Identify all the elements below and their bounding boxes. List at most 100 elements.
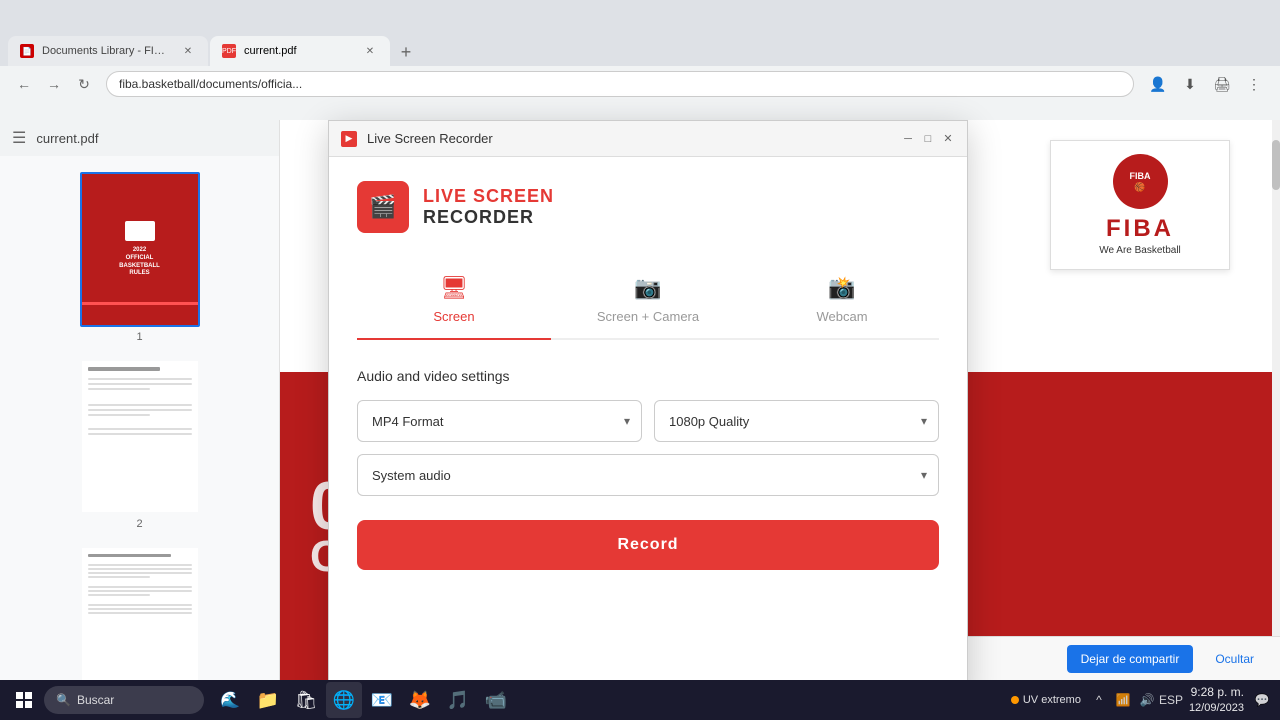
- tab-screen-label: Screen: [433, 309, 474, 324]
- taskbar-edge-icon[interactable]: 🌊: [212, 682, 248, 718]
- uv-dot: [1011, 696, 1019, 704]
- hide-button[interactable]: Ocultar: [1205, 645, 1264, 673]
- url-text: fiba.basketball/documents/officia...: [119, 77, 302, 91]
- clock-time: 9:28 p. m.: [1189, 684, 1244, 701]
- format-select[interactable]: MP4 Format AVI Format MOV Format: [357, 400, 642, 442]
- quality-select[interactable]: 1080p Quality 720p Quality 480p Quality: [654, 400, 939, 442]
- search-label: Buscar: [77, 693, 114, 707]
- address-bar: ← → ↻ fiba.basketball/documents/officia.…: [0, 66, 1280, 102]
- taskbar-icons: 🌊 📁 🛍 🌐 📧 🦊 🎵 📹: [212, 682, 1007, 718]
- volume-icon[interactable]: 🔊: [1137, 690, 1157, 710]
- browser-tab-1[interactable]: 📄 Documents Library - FIBA.baske... ✕: [8, 36, 208, 66]
- fiba-name-text: FIBA: [1106, 215, 1174, 243]
- fiba-text: FIBA: [1106, 215, 1174, 243]
- audio-select[interactable]: System audio Microphone No audio: [357, 454, 939, 496]
- taskbar-firefox-icon[interactable]: 🦊: [402, 682, 438, 718]
- dialog-titlebar: ▶ Live Screen Recorder ─ □ ✕: [329, 121, 967, 157]
- dialog-app-icon: ▶: [341, 131, 357, 147]
- recorder-dialog: ▶ Live Screen Recorder ─ □ ✕ 🎬 LIVE SCRE…: [328, 120, 968, 700]
- print-icon[interactable]: 🖨: [1208, 70, 1236, 98]
- pdf-sidebar: ☰ current.pdf 2022OFFICIALBASKETBALLRULE…: [0, 120, 280, 680]
- notifications-icon[interactable]: 💬: [1252, 690, 1272, 710]
- clock-date: 12/09/2023: [1189, 701, 1244, 716]
- taskbar-media-icon[interactable]: 🎵: [440, 682, 476, 718]
- download-icon[interactable]: ⬇: [1176, 70, 1204, 98]
- record-button[interactable]: Record: [357, 520, 939, 570]
- tab-screen[interactable]: 🖥 Screen: [357, 261, 551, 338]
- app-name-line2: RECORDER: [423, 207, 554, 228]
- search-icon: 🔍: [56, 693, 71, 707]
- stop-sharing-button[interactable]: Dejar de compartir: [1067, 645, 1194, 673]
- system-tray-icons: ^ 📶 🔊 ESP: [1089, 690, 1181, 710]
- dialog-title: Live Screen Recorder: [367, 131, 891, 146]
- app-logo-icon: 🎬: [357, 181, 409, 233]
- tab2-close[interactable]: ✕: [362, 43, 378, 59]
- tab1-label: Documents Library - FIBA.baske...: [42, 45, 172, 57]
- mode-tabs: 🖥 Screen 📷 Screen + Camera 📸 Webcam: [357, 261, 939, 340]
- tab-screen-camera-label: Screen + Camera: [597, 309, 699, 324]
- tab1-favicon: 📄: [20, 44, 34, 58]
- back-button[interactable]: ←: [12, 72, 36, 96]
- tab-webcam-label: Webcam: [816, 309, 867, 324]
- page-number-2: 2: [136, 518, 142, 530]
- language-label[interactable]: ESP: [1161, 690, 1181, 710]
- pdf-page-item-2: 2: [16, 359, 263, 530]
- dialog-window-buttons: ─ □ ✕: [901, 132, 955, 146]
- taskbar-app5-icon[interactable]: 📧: [364, 682, 400, 718]
- uv-badge: UV extremo: [1011, 694, 1081, 706]
- audio-select-wrapper: System audio Microphone No audio ▾: [357, 454, 939, 496]
- format-select-wrapper: MP4 Format AVI Format MOV Format ▾: [357, 400, 642, 442]
- profile-icon[interactable]: 👤: [1144, 70, 1172, 98]
- tab1-close[interactable]: ✕: [180, 43, 196, 59]
- pdf-thumbnail-2[interactable]: [80, 359, 200, 514]
- webcam-icon: 📸: [828, 275, 855, 301]
- pdf-thumbnail-1[interactable]: 2022OFFICIALBASKETBALLRULES: [80, 172, 200, 327]
- page-scrollbar[interactable]: [1272, 120, 1280, 680]
- title-bar: [0, 0, 1280, 30]
- pdf-pages: 2022OFFICIALBASKETBALLRULES 1: [0, 156, 279, 680]
- reload-button[interactable]: ↻: [72, 72, 96, 96]
- tab-webcam[interactable]: 📸 Webcam: [745, 261, 939, 338]
- taskbar-screen-rec-icon[interactable]: 📹: [478, 682, 514, 718]
- pdf-header: ☰ current.pdf: [0, 120, 279, 156]
- browser-tab-2[interactable]: PDF current.pdf ✕: [210, 36, 390, 66]
- taskbar-search[interactable]: 🔍 Buscar: [44, 686, 204, 714]
- network-icon[interactable]: 📶: [1113, 690, 1133, 710]
- fiba-tagline-text: We Are Basketball: [1099, 245, 1181, 256]
- tab2-favicon: PDF: [222, 44, 236, 58]
- fiba-circle-logo: FIBA🏀: [1113, 154, 1168, 209]
- url-bar[interactable]: fiba.basketball/documents/officia...: [106, 71, 1134, 97]
- taskbar: 🔍 Buscar 🌊 📁 🛍 🌐 📧 🦊 🎵 📹 UV extremo ^ 📶 …: [0, 680, 1280, 720]
- dialog-body: 🎬 LIVE SCREEN RECORDER 🖥 Screen 📷 Screen…: [329, 157, 967, 699]
- start-button[interactable]: [8, 684, 40, 716]
- taskbar-store-icon[interactable]: 🛍: [288, 682, 324, 718]
- forward-button[interactable]: →: [42, 72, 66, 96]
- pdf-page-item-3: 3: [16, 546, 263, 680]
- page-scrollbar-thumb: [1272, 140, 1280, 190]
- tab-screen-camera[interactable]: 📷 Screen + Camera: [551, 261, 745, 338]
- menu-icon[interactable]: ☰: [12, 128, 26, 148]
- pdf-thumbnail-3[interactable]: [80, 546, 200, 680]
- taskbar-explorer-icon[interactable]: 📁: [250, 682, 286, 718]
- dialog-maximize-button[interactable]: □: [921, 132, 935, 146]
- screen-camera-icon: 📷: [634, 275, 661, 301]
- pdf-page-item-1: 2022OFFICIALBASKETBALLRULES 1: [16, 172, 263, 343]
- settings-row1: MP4 Format AVI Format MOV Format ▾ 1080p…: [357, 400, 939, 442]
- taskbar-chrome-icon[interactable]: 🌐: [326, 682, 362, 718]
- app-name-line1: LIVE SCREEN: [423, 186, 554, 207]
- taskbar-right: UV extremo ^ 📶 🔊 ESP 9:28 p. m. 12/09/20…: [1011, 684, 1272, 716]
- nav-buttons: ← → ↻: [12, 72, 96, 96]
- dialog-minimize-button[interactable]: ─: [901, 132, 915, 146]
- browser-chrome: 📄 Documents Library - FIBA.baske... ✕ PD…: [0, 0, 1280, 120]
- tabs-bar: 📄 Documents Library - FIBA.baske... ✕ PD…: [0, 30, 1280, 66]
- uv-label: UV extremo: [1023, 694, 1081, 706]
- taskbar-clock[interactable]: 9:28 p. m. 12/09/2023: [1189, 684, 1244, 716]
- more-icon[interactable]: ⋮: [1240, 70, 1268, 98]
- tray-chevron-icon[interactable]: ^: [1089, 690, 1109, 710]
- app-logo-text: LIVE SCREEN RECORDER: [423, 186, 554, 228]
- browser-actions: 👤 ⬇ 🖨 ⋮: [1144, 70, 1268, 98]
- new-tab-button[interactable]: +: [392, 38, 420, 66]
- page-number-1: 1: [136, 331, 142, 343]
- settings-row2: System audio Microphone No audio ▾: [357, 454, 939, 496]
- dialog-close-button[interactable]: ✕: [941, 132, 955, 146]
